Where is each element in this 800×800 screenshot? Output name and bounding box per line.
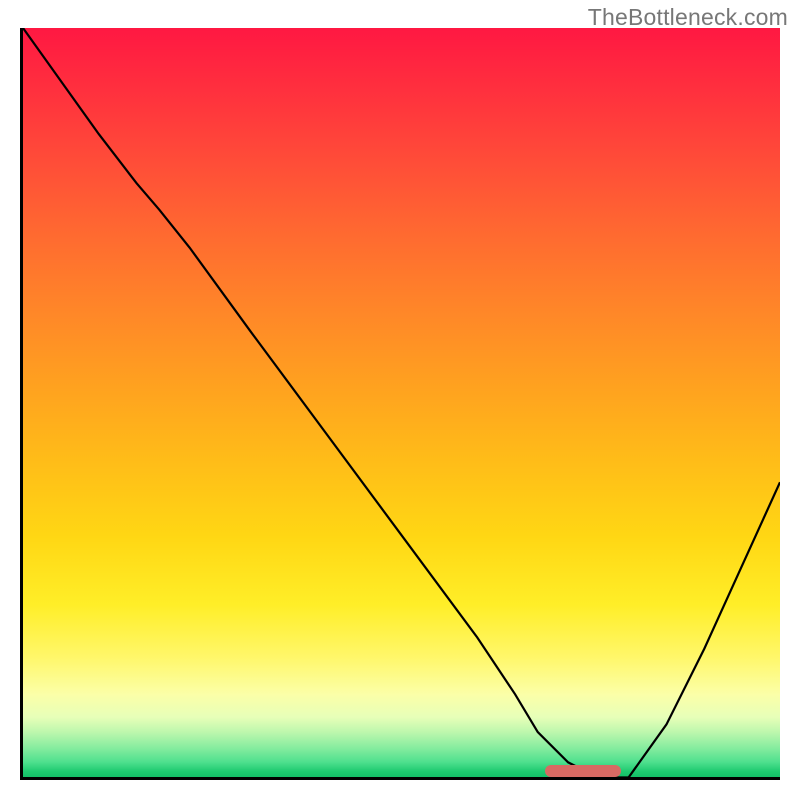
curve-path <box>23 28 780 777</box>
watermark-text: TheBottleneck.com <box>588 4 788 31</box>
chart-plot-area <box>20 28 780 780</box>
bottleneck-curve <box>23 28 780 780</box>
optimal-range-marker <box>545 765 621 777</box>
